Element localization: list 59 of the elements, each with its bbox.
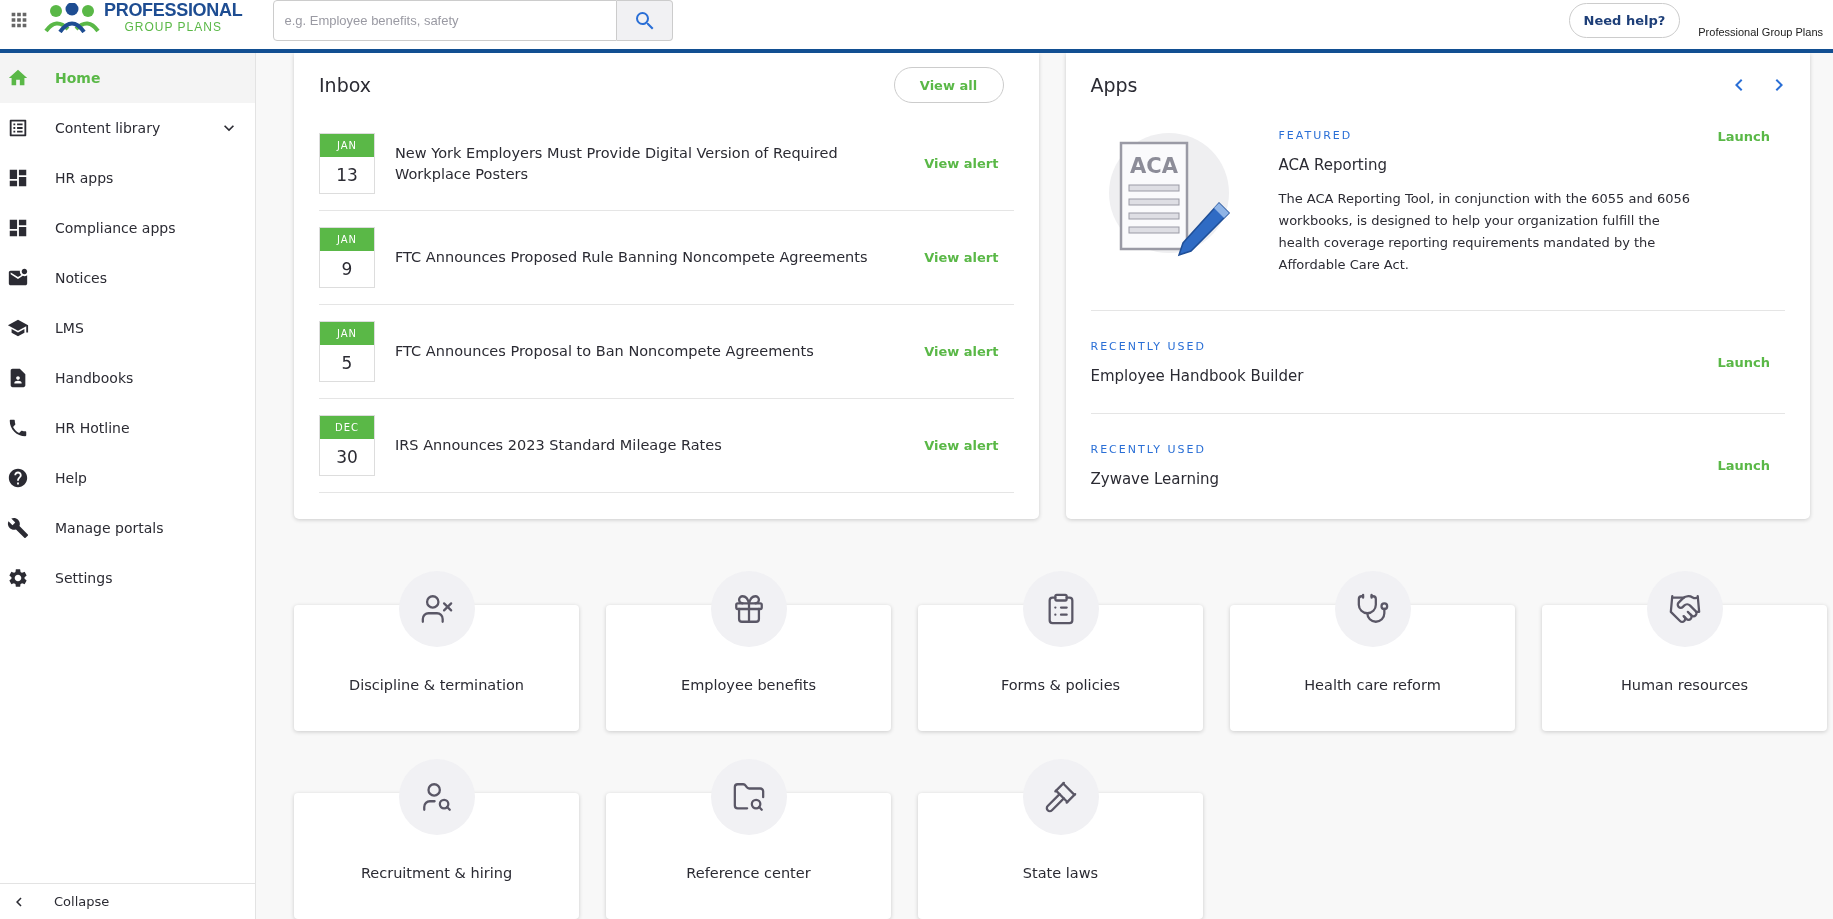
sidebar-item[interactable]: Settings xyxy=(0,553,255,603)
sidebar-item[interactable]: Handbooks xyxy=(0,353,255,403)
handshake-icon xyxy=(1667,592,1702,626)
app-description: The ACA Reporting Tool, in conjunction with the 6055 and 6056 workbooks, is designed to help your organization fulfill the health coverage reporting requirements mandated by the Affordable Care Act. xyxy=(1278,190,1692,274)
app-name: Employee Handbook Builder xyxy=(1090,366,1305,385)
sidebar-item[interactable]: Content library xyxy=(0,103,255,153)
logo-subtext: GROUP PLANS xyxy=(124,20,222,34)
app-name: ACA Reporting xyxy=(1278,156,1388,174)
alert-title: IRS Announces 2023 Standard Mileage Rates xyxy=(395,436,723,455)
topic-tile[interactable]: Employee benefits xyxy=(606,605,891,731)
search-field[interactable]: e.g. Employee benefits, safety xyxy=(273,0,618,41)
recently-used-tag: RECENTLY USED xyxy=(1090,443,1698,456)
badge-month: JAN xyxy=(320,228,374,251)
topic-tile[interactable]: Health care reform xyxy=(1230,605,1515,731)
badge-day: 9 xyxy=(320,251,374,287)
app-name: Zywave Learning xyxy=(1090,470,1221,488)
alert-title: FTC Announces Proposed Rule Banning Noncompete Agreements xyxy=(395,248,869,267)
card-title: Inbox xyxy=(319,74,371,96)
logo-text: PROFESSIONAL xyxy=(104,1,243,20)
topic-tile[interactable]: Discipline & termination xyxy=(294,605,579,731)
graduation-cap-icon xyxy=(7,317,29,339)
account-name: Professional Group Plans xyxy=(1698,26,1823,38)
badge-day: 13 xyxy=(320,157,374,193)
topic-tile[interactable]: Forms & policies xyxy=(918,605,1203,731)
badge-day: 5 xyxy=(320,345,374,381)
apps-icon xyxy=(7,167,29,189)
recently-used-tag: RECENTLY USED xyxy=(1090,339,1698,353)
badge-month: JAN xyxy=(320,134,374,157)
gavel-icon xyxy=(1043,780,1078,814)
badge-month: DEC xyxy=(320,416,374,439)
help-icon xyxy=(7,467,29,489)
sidebar-item[interactable]: Help xyxy=(0,453,255,503)
help-button[interactable]: Need help? xyxy=(1568,3,1681,38)
badge-month: JAN xyxy=(320,322,374,345)
list-icon xyxy=(7,117,29,139)
sidebar-item[interactable]: Compliance apps xyxy=(0,203,255,253)
settings-icon xyxy=(7,567,29,589)
sidebar-item[interactable]: Notices xyxy=(0,253,255,303)
sidebar-item[interactable]: LMS xyxy=(0,303,255,353)
alert-title: New York Employers Must Provide Digital Version of Required Workplace Posters xyxy=(395,143,839,184)
folder-search-icon xyxy=(731,780,766,814)
search-button[interactable] xyxy=(617,0,674,41)
sidebar-item[interactable]: Manage portals xyxy=(0,503,255,553)
wrench-icon xyxy=(7,517,29,539)
card-title: Apps xyxy=(1090,74,1138,96)
collapse-link[interactable]: Collapse xyxy=(0,883,255,919)
apps-icon xyxy=(7,217,29,239)
topic-tile[interactable]: State laws xyxy=(918,793,1203,919)
topic-tile[interactable]: Human resources xyxy=(1542,605,1827,731)
topic-tile[interactable]: Recruitment & hiring xyxy=(294,793,579,919)
sidebar-item[interactable]: HR Hotline xyxy=(0,403,255,453)
user-x-icon xyxy=(419,592,454,626)
badge-day: 30 xyxy=(320,439,374,475)
sidebar-item[interactable]: HR apps xyxy=(0,153,255,203)
featured-tag: FEATURED xyxy=(1278,129,1698,142)
topic-tile[interactable]: Reference center xyxy=(606,793,891,919)
stethoscope-icon xyxy=(1355,592,1390,626)
alert-title: FTC Announces Proposal to Ban Noncompete Agreements xyxy=(395,342,815,361)
phone-icon xyxy=(7,417,29,439)
